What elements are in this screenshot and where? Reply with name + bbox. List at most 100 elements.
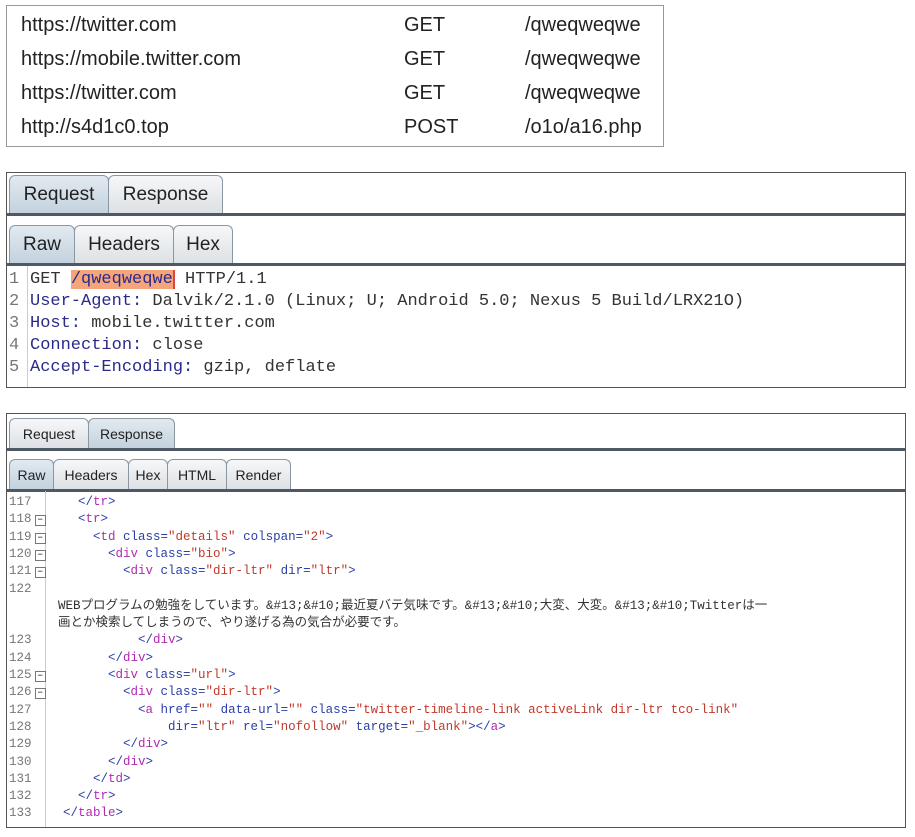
line-number: 126 (9, 685, 32, 700)
line-number: 118 (9, 512, 32, 527)
code-token: > (325, 529, 334, 544)
response-raw-editor[interactable]: 117 </tr> 118− <tr> 119− <td class="detail… (7, 491, 905, 827)
code-token: tr (93, 495, 109, 509)
line-number: 119 (9, 529, 32, 544)
code-token: div (123, 754, 146, 769)
code-token: "bio" (190, 546, 229, 561)
code-token: > (108, 495, 116, 509)
code-token: class= (145, 668, 191, 682)
view-mode-tabs: Raw Headers Hex (7, 223, 905, 266)
code-token: > (228, 668, 236, 682)
line-number: 2 (9, 292, 20, 311)
code-token: Dalvik/2.1.0 (Linux; U; Android 5.0; Nex… (142, 292, 745, 311)
code-token: </ (48, 771, 109, 786)
tab-response[interactable]: Response (88, 418, 175, 448)
code-token: > (123, 771, 131, 786)
line-number: 122 (9, 581, 32, 596)
tab-hex[interactable]: Hex (128, 459, 168, 489)
code-token: class= (145, 546, 191, 561)
code-line: </tr> (48, 788, 116, 805)
code-token: dir= (48, 719, 199, 734)
tab-raw[interactable]: Raw (9, 459, 54, 489)
code-line: <tr> (48, 511, 108, 528)
table-row[interactable]: http://s4d1c0.top POST/o1o/a16.php (7, 112, 663, 146)
fold-toggle-icon[interactable]: − (34, 567, 46, 579)
code-token: class= (310, 702, 356, 717)
code-token: </ (48, 806, 79, 821)
line-number: 123 (9, 633, 32, 648)
tab-raw[interactable]: Raw (9, 225, 75, 263)
tab-html[interactable]: HTML (167, 459, 227, 489)
line-number: 125 (9, 668, 32, 682)
code-line: <div class="dir-ltr"> (48, 684, 281, 701)
table-row[interactable]: https://twitter.com GET/qweqweqwe (7, 78, 663, 112)
code-token: td (100, 529, 124, 544)
code-token: > (498, 719, 506, 734)
request-host: https://twitter.com (21, 82, 177, 104)
view-mode-tabs: Raw Headers Hex HTML Render (7, 454, 905, 492)
request-method: GET (404, 14, 446, 36)
code-token: > (100, 512, 109, 527)
selected-text: /qweqweqwe (70, 270, 175, 289)
code-token: data-url= (220, 702, 289, 717)
request-path: /qweqweqwe (525, 82, 641, 104)
code-line: </div> (48, 736, 168, 753)
request-raw-editor[interactable]: 1 GET /qweqweqwe HTTP/1.1 2 User-Agent: Dal… (7, 266, 905, 387)
tab-response[interactable]: Response (108, 175, 223, 213)
code-token: 画とか検索してしまうので、やり遂げる為の気合が必要です。 (58, 616, 406, 631)
code-token: "_blank" (408, 719, 469, 734)
fold-toggle-icon[interactable]: − (34, 532, 46, 544)
tab-render[interactable]: Render (226, 459, 291, 489)
code-token: mobile.twitter.com (81, 314, 275, 333)
code-token: target= (355, 719, 409, 734)
request-host: http://s4d1c0.top (21, 116, 169, 138)
code-token: </ (475, 719, 491, 734)
code-token: HTTP/1.1 (174, 270, 267, 289)
line-number: 124 (9, 650, 32, 665)
line-number: 128 (9, 719, 32, 734)
fold-toggle-icon[interactable]: − (34, 549, 46, 561)
table-row[interactable]: https://twitter.com GET/qweqweqwe (7, 10, 663, 44)
code-token: < (48, 512, 86, 527)
tab-request[interactable]: Request (9, 175, 109, 213)
code-token: < (48, 564, 131, 579)
code-token: > (228, 546, 236, 561)
fold-toggle-icon[interactable]: − (34, 515, 46, 527)
code-token: div (115, 546, 146, 561)
tab-request[interactable]: Request (9, 418, 89, 448)
code-token: close (142, 336, 204, 355)
tab-headers[interactable]: Headers (53, 459, 129, 489)
tab-headers[interactable]: Headers (74, 225, 174, 263)
fold-toggle-icon[interactable]: − (34, 688, 46, 700)
code-token: </ (48, 650, 124, 665)
code-line: <div class="bio"> (48, 546, 236, 563)
code-line: WEBプログラムの勉強をしています。&#13;&#10;最近夏バテ気味です。&#… (58, 598, 767, 615)
code-line: </tr> (48, 494, 116, 511)
code-token: colspan= (243, 529, 304, 544)
code-token: > (160, 737, 169, 752)
code-line: dir="ltr" rel="nofollow" target="_blank"… (48, 719, 506, 736)
fold-toggle-icon[interactable]: − (34, 671, 46, 682)
code-token: div (153, 633, 176, 648)
code-token: rel= (243, 719, 274, 734)
line-number: 131 (9, 771, 32, 786)
code-token: "ltr" (310, 564, 349, 579)
code-token: "" (198, 702, 221, 717)
request-response-tabs: Request Response (7, 414, 905, 451)
code-token: > (468, 719, 476, 734)
code-token: td (108, 771, 124, 786)
table-row[interactable]: https://mobile.twitter.com GET/qweqweqwe (7, 44, 663, 78)
line-number: 133 (9, 806, 32, 821)
line-number: 117 (9, 495, 32, 509)
code-line: </div> (48, 632, 183, 649)
code-token: "dir-ltr" (205, 685, 274, 700)
code-token: gzip, deflate (193, 358, 337, 377)
tab-hex[interactable]: Hex (173, 225, 233, 263)
code-token: </ (48, 754, 124, 769)
code-token: < (48, 702, 146, 717)
code-token: > (273, 685, 281, 700)
code-line: <div class="url"> (48, 667, 236, 684)
code-line: User-Agent: Dalvik/2.1.0 (Linux; U; Andr… (30, 291, 744, 313)
code-token: </ (48, 737, 139, 752)
line-number: 4 (9, 336, 20, 355)
